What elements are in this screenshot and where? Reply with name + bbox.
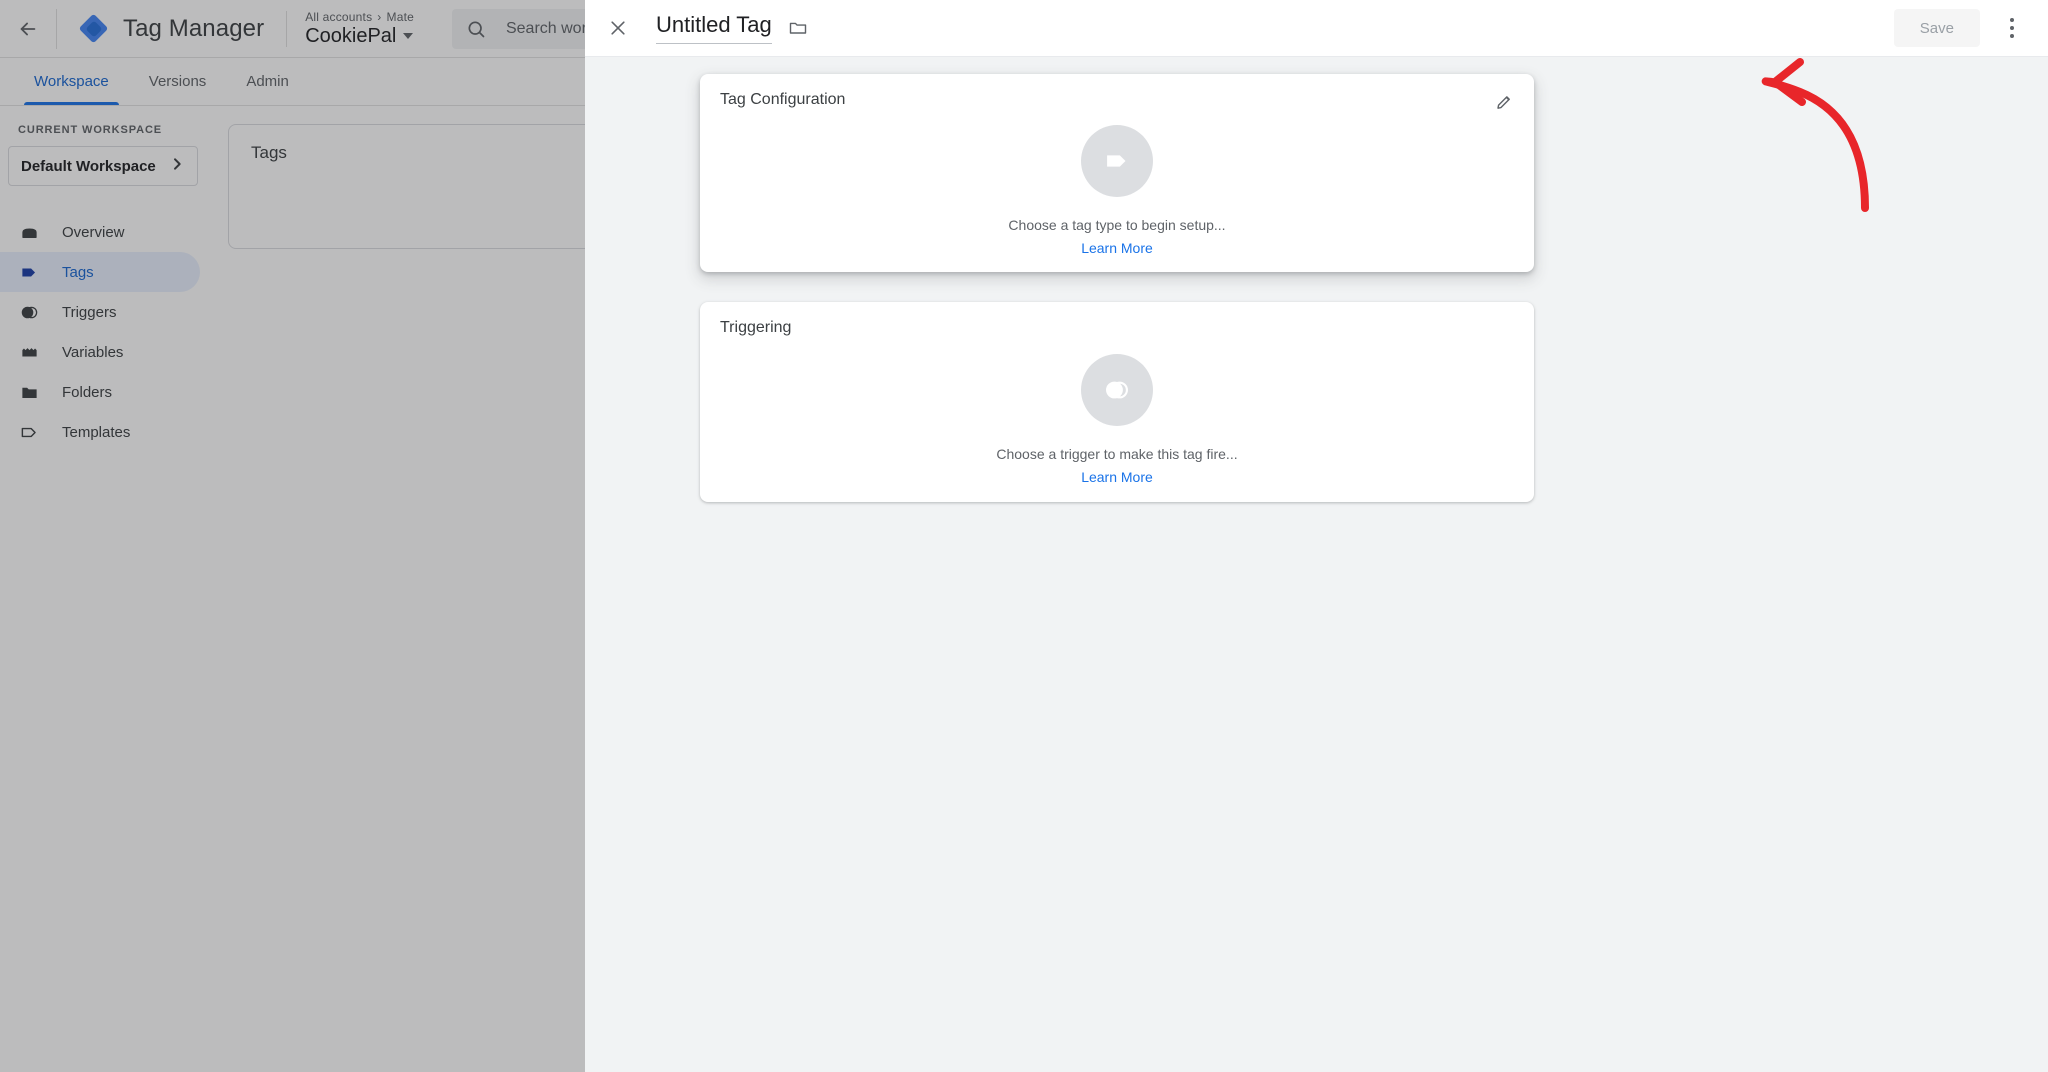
tag-configuration-card[interactable]: Tag Configuration Choose a tag type to b… (700, 74, 1534, 272)
folder-icon[interactable] (788, 18, 808, 38)
card-title: Triggering (720, 319, 791, 337)
tag-icon (1081, 125, 1153, 197)
screen-root: Tag Manager All accounts›Mate CookiePal … (0, 0, 2048, 1072)
tag-editor-panel: Untitled Tag Save Tag Configuration (585, 0, 2048, 1072)
close-icon[interactable] (593, 0, 643, 57)
save-button[interactable]: Save (1894, 9, 1980, 47)
pencil-edit-icon[interactable] (1490, 88, 1518, 116)
tag-editor-header: Untitled Tag Save (585, 0, 2048, 57)
empty-state-text: Choose a trigger to make this tag fire..… (996, 446, 1237, 462)
tag-configuration-empty-state: Choose a tag type to begin setup... Lear… (700, 124, 1534, 256)
more-vert-icon[interactable] (1990, 6, 2034, 50)
header-actions: Save (1894, 6, 2048, 50)
tag-editor-body: Tag Configuration Choose a tag type to b… (585, 57, 2048, 1072)
triggering-card[interactable]: Triggering Choose a trigger to make this… (700, 302, 1534, 502)
learn-more-link[interactable]: Learn More (1081, 240, 1153, 256)
tag-name-input[interactable]: Untitled Tag (656, 12, 772, 44)
modal-scrim[interactable] (0, 0, 585, 1072)
triggering-empty-state: Choose a trigger to make this tag fire..… (700, 352, 1534, 486)
tag-title-group: Untitled Tag (656, 12, 808, 44)
trigger-icon (1081, 354, 1153, 426)
card-title: Tag Configuration (720, 91, 845, 109)
empty-state-text: Choose a tag type to begin setup... (1008, 217, 1225, 233)
learn-more-link[interactable]: Learn More (1081, 469, 1153, 485)
